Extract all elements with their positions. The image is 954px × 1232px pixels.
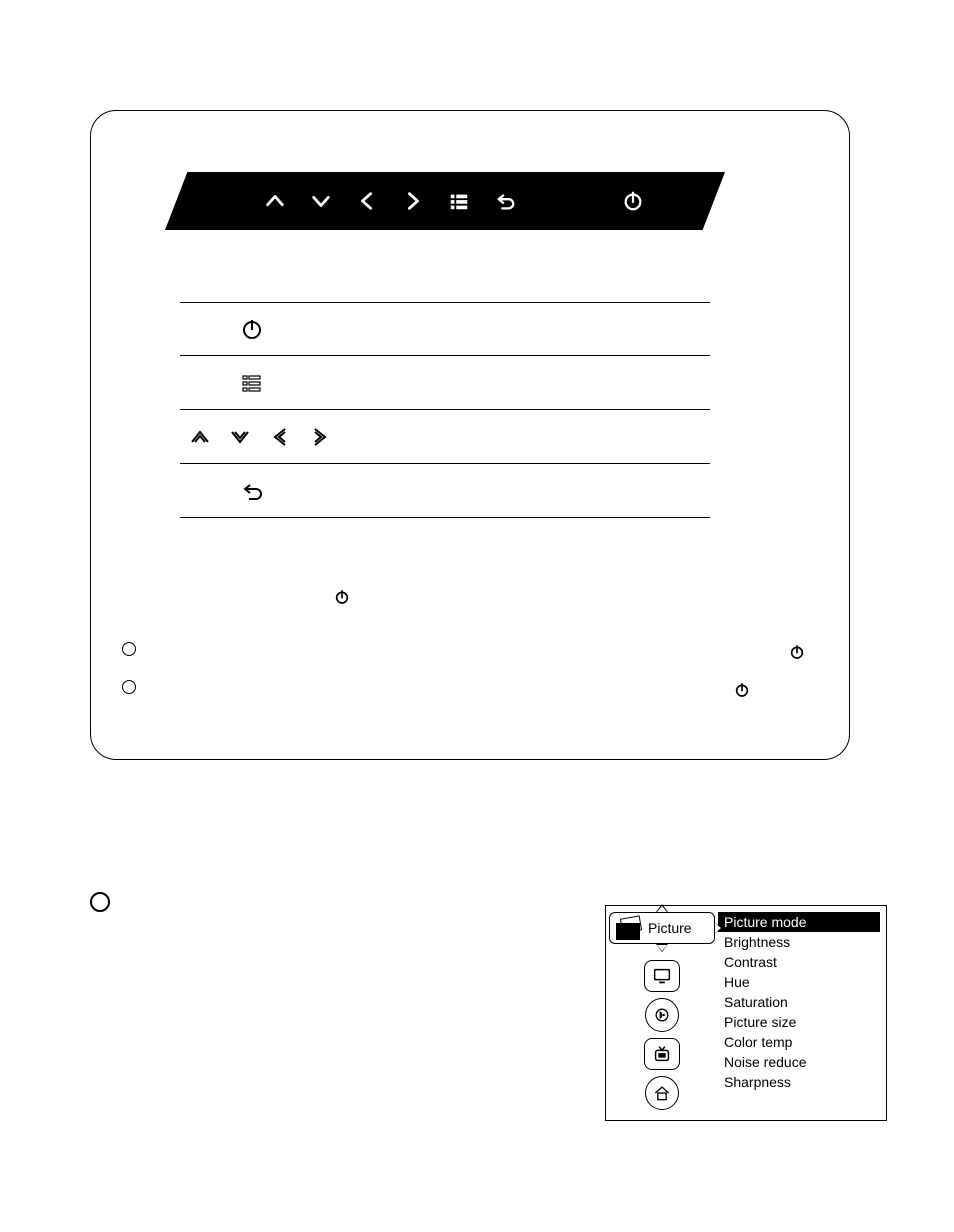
osd-menu: Picture Picture mode Brightness Contrast… [605, 905, 887, 1121]
sound-icon[interactable] [645, 998, 679, 1032]
osd-item[interactable]: Noise reduce [718, 1052, 880, 1072]
down-icon[interactable] [309, 189, 333, 213]
power-icon [785, 640, 809, 664]
osd-item[interactable]: Color temp [718, 1032, 880, 1052]
osd-item[interactable]: Saturation [718, 992, 880, 1012]
tv-icon[interactable] [644, 1038, 680, 1070]
osd-item[interactable]: Picture size [718, 1012, 880, 1032]
power-icon [240, 317, 264, 341]
down-icon [228, 425, 252, 449]
row-power [180, 302, 710, 356]
panel-button-bar [165, 172, 725, 230]
picture-icon [616, 917, 644, 939]
power-icon[interactable] [621, 189, 645, 213]
menu-icon[interactable] [447, 189, 471, 213]
osd-item-list: Picture mode Brightness Contrast Hue Sat… [718, 912, 880, 1110]
row-menu [180, 356, 710, 410]
home-icon[interactable] [645, 1076, 679, 1110]
menu-icon [240, 371, 264, 395]
back-icon [240, 479, 264, 503]
osd-category-column: Picture [612, 912, 712, 1110]
osd-item[interactable]: Hue [718, 972, 880, 992]
up-icon [188, 425, 212, 449]
osd-category-selected[interactable]: Picture [609, 912, 715, 944]
row-nav [180, 410, 710, 464]
bullet-icon [90, 892, 110, 912]
right-icon [308, 425, 332, 449]
monitor-icon[interactable] [644, 960, 680, 992]
page: Picture Picture mode Brightness Contrast… [0, 0, 954, 1232]
right-icon[interactable] [401, 189, 425, 213]
power-icon [730, 678, 754, 702]
osd-item[interactable]: Brightness [718, 932, 880, 952]
power-icon [330, 585, 354, 609]
left-icon [268, 425, 292, 449]
osd-item[interactable]: Contrast [718, 952, 880, 972]
left-icon[interactable] [355, 189, 379, 213]
up-icon[interactable] [263, 189, 287, 213]
back-icon[interactable] [493, 189, 517, 213]
row-back [180, 464, 710, 518]
osd-item[interactable]: Picture mode [718, 912, 880, 932]
osd-item[interactable]: Sharpness [718, 1072, 880, 1092]
osd-category-label: Picture [648, 920, 692, 936]
bullet-icon [122, 680, 136, 694]
bullet-icon [122, 642, 136, 656]
